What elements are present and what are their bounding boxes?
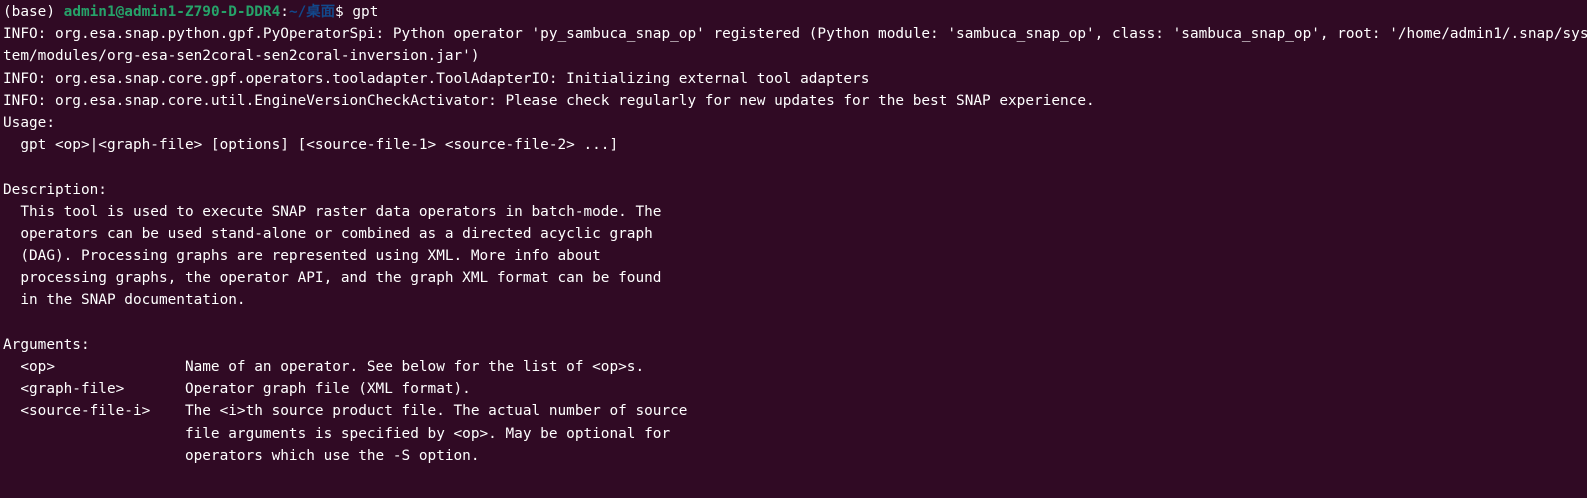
output-line: This tool is used to execute SNAP raster… — [3, 203, 662, 220]
output-line: file arguments is specified by <op>. May… — [3, 425, 671, 442]
output-line: operators can be used stand-alone or com… — [3, 225, 653, 242]
output-line: INFO: org.esa.snap.python.gpf.PyOperator… — [3, 26, 1587, 43]
output-line: <op> Name of an operator. See below for … — [3, 359, 645, 375]
output-line: operators which use the -S option. — [3, 447, 480, 464]
output-line: Arguments: — [3, 336, 90, 353]
output-line: in the SNAP documentation. — [3, 292, 246, 309]
output-line: processing graphs, the operator API, and… — [3, 270, 662, 287]
output-line: <source-file-i> The <i>th source product… — [3, 403, 688, 420]
output-line: Usage: — [3, 114, 55, 131]
prompt-separator: : — [280, 4, 289, 20]
output-line: Description: — [3, 181, 107, 198]
prompt-line: (base) admin1@admin1-Z790-D-DDR4:~/桌面$ g… — [3, 1, 1587, 23]
command-text: gpt — [352, 4, 379, 20]
terminal-window[interactable]: (base) admin1@admin1-Z790-D-DDR4:~/桌面$ g… — [0, 0, 1587, 498]
conda-env: (base) — [3, 4, 64, 20]
prompt-symbol: $ — [335, 4, 353, 20]
current-directory: ~/桌面 — [288, 4, 336, 20]
output-line: gpt <op>|<graph-file> [options] [<source… — [3, 137, 619, 154]
user-host: admin1@admin1-Z790-D-DDR4 — [63, 4, 281, 20]
output-line: (DAG). Processing graphs are represented… — [3, 248, 601, 265]
output-line: INFO: org.esa.snap.core.gpf.operators.to… — [3, 70, 870, 87]
output-line: <graph-file> Operator graph file (XML fo… — [3, 381, 471, 398]
output-line: INFO: org.esa.snap.core.util.EngineVersi… — [3, 92, 1095, 109]
output-line: tem/modules/org-esa-sen2coral-sen2coral-… — [3, 48, 480, 65]
